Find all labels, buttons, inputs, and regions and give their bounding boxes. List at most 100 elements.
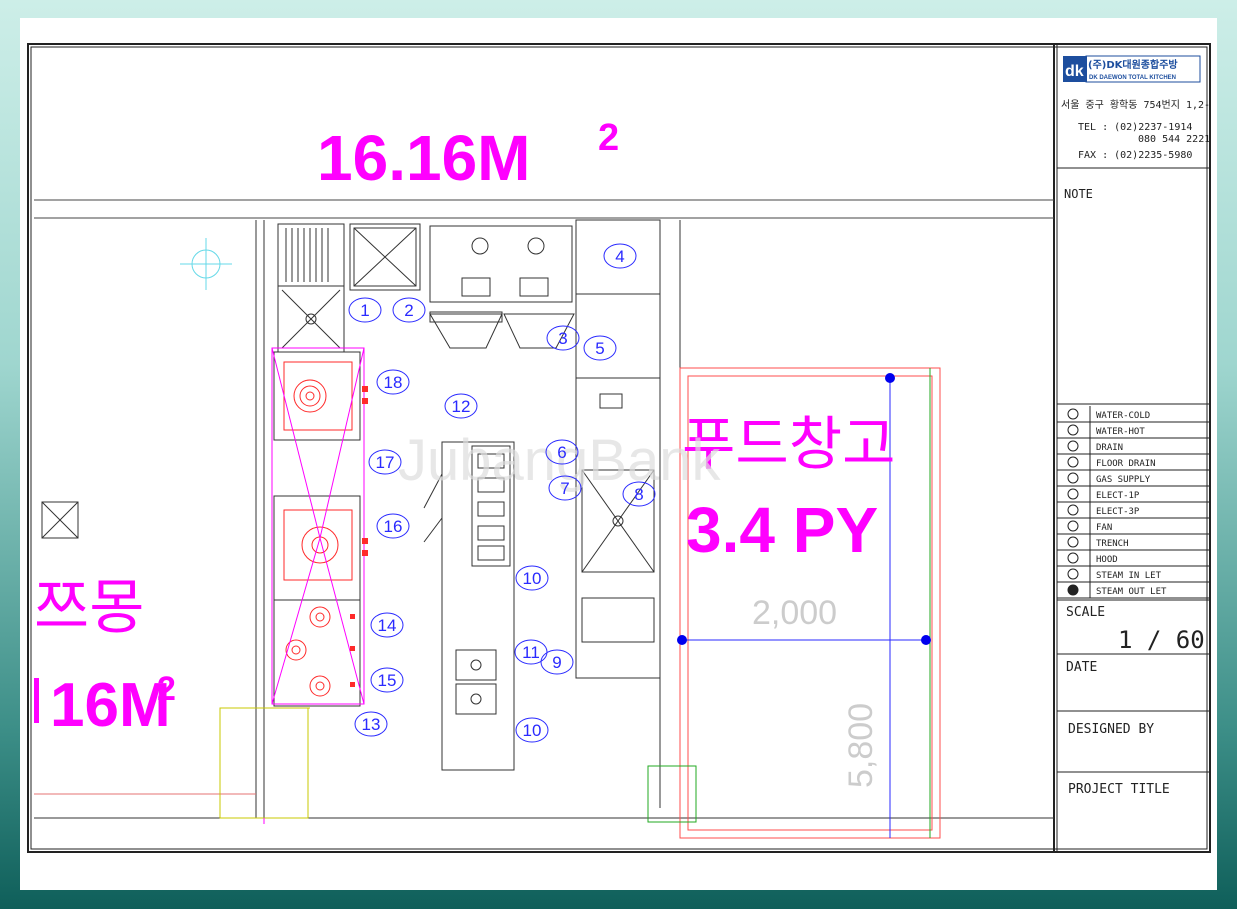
- storage-area: 3.4 PY: [686, 494, 878, 566]
- legend-label: FAN: [1096, 523, 1112, 533]
- legend-row: STEAM OUT LET: [1057, 582, 1210, 599]
- gas-supply-icon: [1067, 472, 1079, 484]
- equipment-number-15: 15: [370, 667, 404, 693]
- legend-label: FLOOR DRAIN: [1096, 459, 1156, 469]
- legend-label: HOOD: [1096, 555, 1118, 565]
- trench-icon: [1067, 536, 1079, 548]
- legend-row: DRAIN: [1057, 438, 1210, 455]
- water-cold-icon: [1067, 408, 1079, 420]
- water-hot-icon: [1067, 424, 1079, 436]
- equipment-number-2: 2: [392, 297, 426, 323]
- legend-row: GAS SUPPLY: [1057, 470, 1210, 487]
- date-label: DATE: [1066, 660, 1097, 675]
- equipment-number-text: 2: [404, 301, 413, 320]
- area-top-sup: 2: [598, 117, 619, 159]
- equipment-number-14: 14: [370, 612, 404, 638]
- kitchen-floor-plan: 16.16M 2 쯔몽 16M 2 2,000 5,800 푸드창고 3.4 P…: [27, 43, 1211, 853]
- scale-label: SCALE: [1066, 605, 1105, 620]
- equipment-number-text: 17: [376, 453, 395, 472]
- legend-label: GAS SUPPLY: [1096, 475, 1151, 485]
- project-title-label: PROJECT TITLE: [1068, 782, 1170, 797]
- legend-row: FAN: [1057, 518, 1210, 535]
- equipment-number-text: 7: [560, 479, 569, 498]
- legend-label: TRENCH: [1096, 539, 1129, 549]
- equipment-number-5: 5: [583, 335, 617, 361]
- company-address: 서울 중구 황학동 754번지 1,2-: [1061, 99, 1210, 111]
- company-tel2: 080 544 2221: [1138, 134, 1210, 145]
- svg-text:dk: dk: [1065, 63, 1084, 80]
- equipment-number-text: 5: [595, 339, 604, 358]
- company-tel: TEL : (02)2237-1914: [1078, 122, 1192, 133]
- legend-row: ELECT-1P: [1057, 486, 1210, 503]
- legend-row: STEAM IN LET: [1057, 566, 1210, 583]
- equipment-number-16: 16: [376, 513, 410, 539]
- company-sub: DK DAEWON TOTAL KITCHEN: [1089, 75, 1176, 81]
- equipment-number-9: 9: [540, 649, 574, 675]
- equipment-number-18: 18: [376, 369, 410, 395]
- dimension-width: 2,000: [752, 594, 837, 632]
- legend-row: WATER-HOT: [1057, 422, 1210, 439]
- dimension-height: 5,800: [842, 703, 880, 788]
- elect-1p-icon: [1067, 488, 1079, 500]
- legend-label: ELECT-1P: [1096, 491, 1140, 501]
- area-left-label: 16M: [50, 671, 171, 740]
- equipment-number-text: 10: [523, 721, 542, 740]
- legend-label: STEAM OUT LET: [1096, 587, 1167, 597]
- equipment-number-3: 3: [546, 325, 580, 351]
- legend-label: ELECT-3P: [1096, 507, 1140, 517]
- steam-in-let-icon: [1067, 568, 1079, 580]
- equipment-number-text: 3: [558, 329, 567, 348]
- survey-crosshair-icon: [180, 238, 232, 290]
- equipment-number-17: 17: [368, 449, 402, 475]
- elect-3p-icon: [1067, 504, 1079, 516]
- equipment-number-text: 15: [378, 671, 397, 690]
- drain-icon: [1067, 440, 1079, 452]
- hood-outline: [263, 347, 365, 824]
- legend-row: WATER-COLD: [1057, 406, 1210, 423]
- legend-label: STEAM IN LET: [1096, 571, 1162, 581]
- company-name: (주)DK대원종합주방: [1088, 58, 1178, 71]
- equipment-number-text: 1: [360, 301, 369, 320]
- title-block: dk (주)DK대원종합주방 DK DAEWON TOTAL KITCHEN 서…: [1057, 55, 1210, 797]
- steam-out-let-icon: [1067, 584, 1079, 596]
- equipment-number-text: 8: [634, 485, 643, 504]
- area-top-label: 16.16M: [317, 122, 530, 194]
- hood-icon: [1067, 552, 1079, 564]
- hood-marker-left: [41, 501, 79, 539]
- equipment-number-text: 4: [615, 247, 624, 266]
- company-fax: FAX : (02)2235-5980: [1078, 150, 1192, 161]
- equipment-number-10: 10: [515, 565, 549, 591]
- scale-value: 1 / 60: [1118, 626, 1205, 654]
- equipment-number-12: 12: [444, 393, 478, 419]
- equipment-number-text: 6: [557, 443, 566, 462]
- equipment-number-1: 1: [348, 297, 382, 323]
- equipment-number-text: 13: [362, 715, 381, 734]
- legend-label: WATER-HOT: [1096, 427, 1145, 437]
- legend-row: HOOD: [1057, 550, 1210, 567]
- equipment-number-4: 4: [603, 243, 637, 269]
- equipment-number-text: 10: [523, 569, 542, 588]
- equipment-number-10: 10: [515, 717, 549, 743]
- legend-label: DRAIN: [1096, 443, 1123, 453]
- area-left-name: 쯔몽: [34, 573, 144, 643]
- equipment-number-text: 12: [452, 397, 471, 416]
- equipment-number-text: 16: [384, 517, 403, 536]
- legend-row: ELECT-3P: [1057, 502, 1210, 519]
- legend-row: FLOOR DRAIN: [1057, 454, 1210, 471]
- drawing-sheet: 16.16M 2 쯔몽 16M 2 2,000 5,800 푸드창고 3.4 P…: [20, 18, 1217, 890]
- floor-drain-icon: [1067, 456, 1079, 468]
- equipment-number-8: 8: [622, 481, 656, 507]
- equipment-number-text: 18: [384, 373, 403, 392]
- legend-row: TRENCH: [1057, 534, 1210, 551]
- legend-label: WATER-COLD: [1096, 411, 1150, 421]
- area-left-sup: 2: [157, 670, 176, 708]
- note-label: NOTE: [1064, 187, 1093, 201]
- equipment-number-text: 9: [552, 653, 561, 672]
- equipment-number-13: 13: [354, 711, 388, 737]
- legend: WATER-COLD WATER-HOT DRAIN FLOOR DRAIN GAS S…: [1057, 406, 1210, 599]
- designed-by-label: DESIGNED BY: [1068, 722, 1154, 737]
- equipment-number-text: 14: [378, 616, 397, 635]
- equipment-number-text: 11: [522, 643, 540, 662]
- equipment-number-11: 11: [514, 639, 548, 665]
- fan-icon: [1067, 520, 1079, 532]
